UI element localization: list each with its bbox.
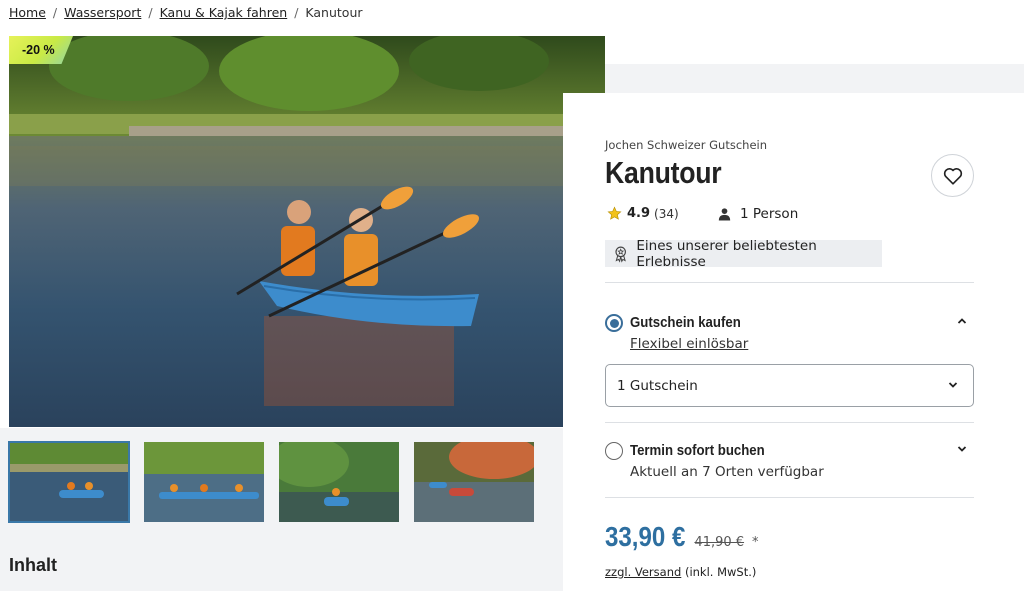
current-price: 33,90 € bbox=[605, 521, 686, 552]
popular-tag: Eines unserer beliebtesten Erlebnisse bbox=[605, 237, 882, 270]
option-book-date[interactable]: Termin sofort buchen Aktuell an 7 Orten … bbox=[605, 442, 974, 482]
thumbnail-strip bbox=[8, 441, 534, 523]
rating[interactable]: 4.9 (34) bbox=[607, 206, 679, 221]
breadcrumb-separator: / bbox=[294, 5, 299, 20]
breadcrumb-home[interactable]: Home bbox=[9, 5, 46, 20]
breadcrumb-kanu-kajak[interactable]: Kanu & Kajak fahren bbox=[160, 5, 288, 20]
divider bbox=[605, 422, 974, 423]
divider bbox=[605, 497, 974, 498]
book-date-label: Termin sofort buchen bbox=[630, 442, 765, 459]
thumbnail-4[interactable] bbox=[414, 442, 534, 522]
thumbnail-3[interactable] bbox=[279, 442, 399, 522]
vat-note: (inkl. MwSt.) bbox=[684, 565, 757, 579]
book-date-radio[interactable] bbox=[605, 442, 623, 460]
buy-voucher-label: Gutschein kaufen bbox=[630, 314, 741, 331]
product-card: Jochen Schweizer Gutschein Kanutour 4.9 … bbox=[563, 93, 1024, 591]
persons-info: 1 Person bbox=[718, 206, 798, 222]
locations-available-text: Aktuell an 7 Orten verfügbar bbox=[630, 464, 824, 480]
persons-label: 1 Person bbox=[740, 206, 799, 222]
award-ribbon-icon bbox=[615, 246, 626, 263]
chevron-up-icon[interactable] bbox=[956, 315, 968, 327]
star-icon bbox=[607, 206, 622, 220]
quantity-select[interactable]: 1 Gutschein bbox=[605, 364, 974, 407]
breadcrumb-separator: / bbox=[148, 5, 153, 20]
section-title-inhalt: Inhalt bbox=[9, 555, 57, 575]
breadcrumb: Home / Wassersport / Kanu & Kajak fahren… bbox=[9, 5, 363, 20]
option-buy-voucher[interactable]: Gutschein kaufen Flexibel einlösbar bbox=[605, 314, 974, 354]
kayak-thumbnail-icon bbox=[9, 442, 129, 522]
price-block: 33,90 € 41,90 € * bbox=[605, 521, 759, 553]
breadcrumb-current: Kanutour bbox=[305, 5, 363, 20]
person-icon bbox=[718, 208, 731, 221]
product-title: Kanutour bbox=[605, 155, 722, 190]
kayak-photo-icon bbox=[9, 36, 605, 427]
chevron-down-icon bbox=[948, 382, 958, 388]
popular-tag-label: Eines unserer beliebtesten Erlebnisse bbox=[636, 237, 817, 270]
divider bbox=[605, 282, 974, 283]
breadcrumb-wassersport[interactable]: Wassersport bbox=[64, 5, 141, 20]
rating-value: 4.9 bbox=[627, 206, 651, 221]
forest-river-thumbnail-icon bbox=[414, 442, 534, 522]
favorite-button[interactable] bbox=[931, 154, 974, 197]
buy-voucher-radio[interactable] bbox=[605, 314, 623, 332]
shipping-link[interactable]: zzgl. Versand bbox=[605, 565, 681, 579]
shipping-info: zzgl. Versand (inkl. MwSt.) bbox=[605, 565, 756, 579]
chevron-down-icon[interactable] bbox=[956, 443, 968, 455]
quantity-select-value: 1 Gutschein bbox=[617, 377, 698, 394]
breadcrumb-separator: / bbox=[52, 5, 58, 20]
old-price: 41,90 € bbox=[694, 535, 745, 550]
provider-label: Jochen Schweizer Gutschein bbox=[605, 138, 768, 152]
river-kayak-thumbnail-icon bbox=[279, 442, 399, 522]
main-product-image[interactable] bbox=[9, 36, 605, 427]
rating-count: (34) bbox=[654, 206, 679, 221]
kayak-group-thumbnail-icon bbox=[144, 442, 264, 522]
price-footnote: * bbox=[752, 535, 759, 550]
thumbnail-2[interactable] bbox=[144, 442, 264, 522]
thumbnail-1[interactable] bbox=[8, 441, 130, 523]
flexible-redeem-link[interactable]: Flexibel einlösbar bbox=[630, 336, 748, 352]
heart-icon bbox=[943, 167, 962, 185]
